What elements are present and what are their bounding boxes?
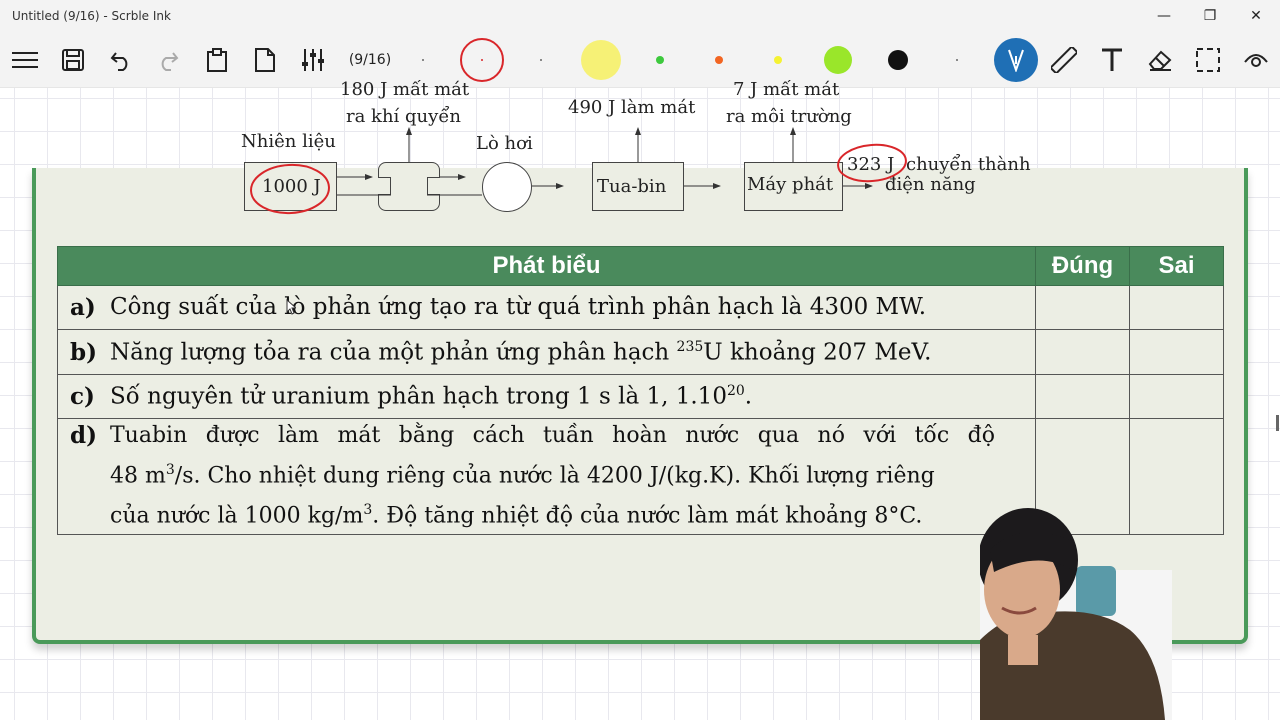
ruler-icon[interactable] (1049, 32, 1079, 88)
cooling-label: 490 J làm mát (568, 97, 696, 118)
pen-color-green[interactable] (650, 32, 670, 88)
clipboard-icon[interactable] (202, 32, 232, 88)
save-icon[interactable] (58, 32, 88, 88)
row-label: d) (70, 422, 97, 449)
toolbar: (9/16) (0, 32, 1280, 88)
scrollbar-thumb[interactable] (1276, 415, 1279, 431)
redo-icon[interactable] (153, 32, 183, 88)
pen-color-small[interactable] (536, 32, 546, 88)
answer-cell-true[interactable] (1035, 329, 1130, 375)
text-icon[interactable] (1097, 32, 1127, 88)
table-row: c) Số nguyên tử uranium phân hạch trong 1… (57, 374, 1224, 419)
eraser-icon[interactable] (1145, 32, 1175, 88)
maximize-button[interactable]: ❐ (1187, 0, 1233, 32)
undo-icon[interactable] (106, 32, 136, 88)
row-text: Công suất của lò phản ứng tạo ra từ quá … (110, 294, 927, 320)
header-true: Đúng (1035, 246, 1130, 286)
answer-cell-false[interactable] (1129, 374, 1224, 419)
output-text-line2: điện năng (885, 174, 976, 195)
loss-env-line1: 7 J mất mát (733, 79, 840, 100)
turbine-label: Tua-bin (597, 176, 667, 197)
close-button[interactable]: ✕ (1233, 0, 1279, 32)
answer-cell-false[interactable] (1129, 285, 1224, 330)
window-title: Untitled (9/16) - Scrble Ink (12, 9, 171, 23)
furnace-inner-left (378, 177, 391, 195)
loss-atmos-line1: 180 J mất mát (340, 79, 470, 100)
loss-env-line2: ra môi trường (726, 106, 852, 127)
boiler-label: Lò hơi (476, 133, 533, 154)
answer-cell-false[interactable] (1129, 329, 1224, 375)
menu-icon[interactable] (8, 32, 42, 88)
row-text: Năng lượng tỏa ra của một phản ứng phân … (110, 338, 932, 366)
pen-size-small[interactable] (952, 32, 962, 88)
fuel-label: Nhiên liệu (241, 131, 336, 152)
output-value: 323 J (847, 154, 895, 175)
minimize-button[interactable]: — (1141, 0, 1187, 32)
row-label: c) (70, 383, 95, 410)
eye-icon[interactable] (1241, 32, 1271, 88)
row-text: Tuabin được làm mát bằng cách tuần hoàn … (110, 423, 995, 529)
page-icon[interactable] (250, 32, 280, 88)
pen-color-orange[interactable] (709, 32, 729, 88)
answer-cell-true[interactable] (1035, 374, 1130, 419)
output-text-line1: chuyển thành (906, 154, 1031, 175)
loss-atmos-line2: ra khí quyển (346, 106, 461, 127)
sliders-icon[interactable] (298, 32, 328, 88)
lasso-icon[interactable] (1193, 32, 1223, 88)
generator-label: Máy phát (747, 174, 834, 195)
mouse-cursor-icon (286, 299, 296, 315)
header-false: Sai (1129, 246, 1224, 286)
boiler-circle (482, 162, 532, 212)
pen-color-black[interactable] (884, 32, 912, 88)
table-row: b) Năng lượng tỏa ra của một phản ứng phâ… (57, 329, 1224, 375)
row-text: Số nguyên tử uranium phân hạch trong 1 s… (110, 383, 753, 410)
table-row: a) Công suất của lò phản ứng tạo ra từ qu… (57, 285, 1224, 330)
pen-color-yellow-light[interactable] (579, 32, 623, 88)
furnace-inner-right (427, 177, 440, 195)
fuel-value: 1000 J (262, 176, 321, 197)
webcam-presenter-image (980, 508, 1172, 720)
table-header-row: Phát biểu Đúng Sai (57, 246, 1224, 286)
pen-icon[interactable] (993, 32, 1039, 88)
row-label: b) (70, 338, 97, 366)
header-statement: Phát biểu (57, 246, 1036, 286)
row-label: a) (70, 294, 96, 321)
answer-cell-true[interactable] (1035, 285, 1130, 330)
title-bar: Untitled (9/16) - Scrble Ink — ❐ ✕ (0, 0, 1280, 32)
